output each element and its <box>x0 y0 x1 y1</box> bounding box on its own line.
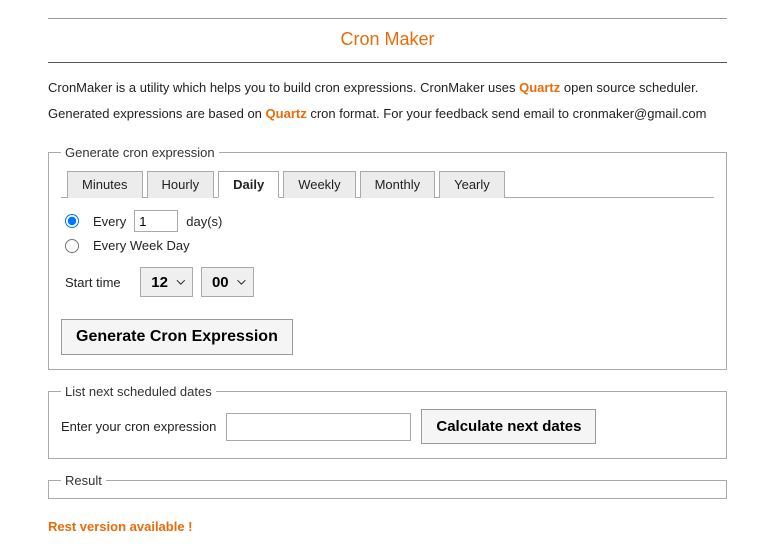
every-weekday-row: Every Week Day <box>61 238 714 253</box>
generate-fieldset: Generate cron expression Minutes Hourly … <box>48 145 727 370</box>
generate-button[interactable]: Generate Cron Expression <box>61 319 293 355</box>
tab-yearly[interactable]: Yearly <box>439 171 505 198</box>
days-suffix: day(s) <box>186 214 222 229</box>
list-dates-fieldset: List next scheduled dates Enter your cro… <box>48 384 727 459</box>
quartz-link-2[interactable]: Quartz <box>266 106 307 121</box>
list-dates-legend: List next scheduled dates <box>61 384 216 399</box>
tab-daily[interactable]: Daily <box>218 171 279 198</box>
tab-monthly[interactable]: Monthly <box>360 171 436 198</box>
tab-hourly[interactable]: Hourly <box>147 171 215 198</box>
page-title: Cron Maker <box>48 29 727 50</box>
every-days-input[interactable] <box>134 210 178 232</box>
quartz-link-1[interactable]: Quartz <box>519 80 560 95</box>
feedback-email: cronmaker@gmail.com <box>573 106 707 121</box>
intro-part1: CronMaker is a utility which helps you t… <box>48 80 519 95</box>
top-divider <box>48 18 727 19</box>
minute-select[interactable]: 00 <box>201 267 254 297</box>
generate-legend: Generate cron expression <box>61 145 219 160</box>
result-fieldset: Result <box>48 473 727 499</box>
tab-minutes[interactable]: Minutes <box>67 171 143 198</box>
result-legend: Result <box>61 473 106 488</box>
cron-expression-input[interactable] <box>226 413 411 441</box>
frequency-tabs: Minutes Hourly Daily Weekly Monthly Year… <box>61 170 714 198</box>
every-label: Every <box>93 214 126 229</box>
start-time-label: Start time <box>65 275 121 290</box>
every-weekday-radio[interactable] <box>65 239 79 253</box>
tab-weekly[interactable]: Weekly <box>283 171 355 198</box>
intro-part3: cron format. For your feedback send emai… <box>307 106 573 121</box>
rest-version-link[interactable]: Rest version available ! <box>48 519 193 534</box>
cron-expression-label: Enter your cron expression <box>61 419 216 434</box>
every-days-row: Every day(s) <box>61 210 714 232</box>
hour-select[interactable]: 12 <box>140 267 193 297</box>
every-weekday-label: Every Week Day <box>93 238 190 253</box>
title-underline <box>48 62 727 63</box>
start-time-row: Start time 12 ⌵ 00 ⌵ <box>61 267 714 297</box>
calculate-button[interactable]: Calculate next dates <box>421 409 596 444</box>
intro-text: CronMaker is a utility which helps you t… <box>48 75 727 127</box>
every-days-radio[interactable] <box>65 214 79 228</box>
